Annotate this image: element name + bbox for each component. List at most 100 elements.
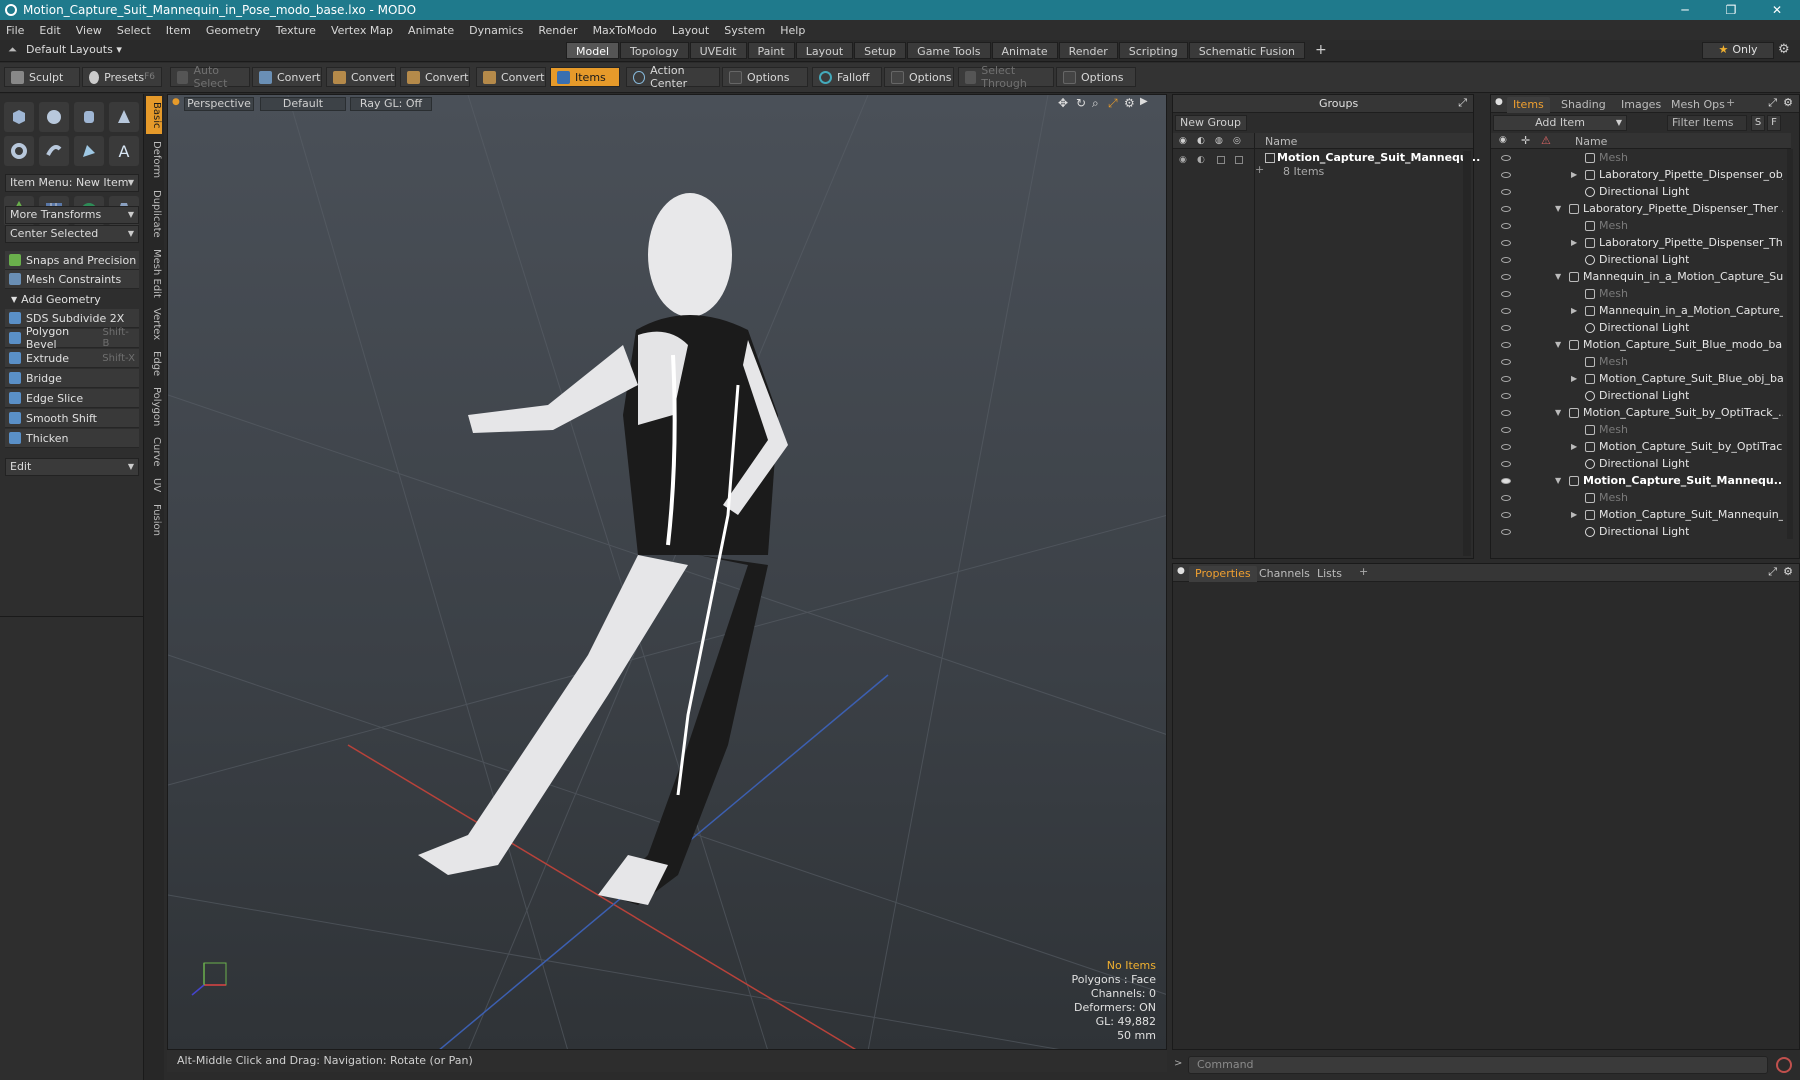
torus-icon[interactable] bbox=[4, 136, 34, 166]
fit-icon[interactable]: ⤢ bbox=[1108, 96, 1118, 111]
item-menu-dropdown[interactable]: Item Menu: New Item ▼ bbox=[5, 174, 139, 192]
play-icon[interactable]: ▶ bbox=[1140, 96, 1148, 107]
eye-icon[interactable] bbox=[1501, 341, 1511, 348]
gear-icon[interactable]: ⚙ bbox=[1783, 565, 1793, 578]
item-row[interactable]: ▼ Laboratory_Pipette_Dispenser_Ther ... bbox=[1491, 200, 1783, 217]
tab-uvedit[interactable]: UVEdit bbox=[689, 42, 747, 59]
menu-render[interactable]: Render bbox=[538, 24, 577, 37]
thicken-button[interactable]: Thicken bbox=[5, 429, 139, 448]
filter-items-input[interactable]: Filter Items bbox=[1667, 115, 1747, 131]
collapse-icon[interactable]: ▼ bbox=[1555, 204, 1561, 213]
eye-icon[interactable] bbox=[1501, 290, 1511, 297]
eye-icon[interactable] bbox=[1501, 392, 1511, 399]
vtab-duplicate[interactable]: Duplicate bbox=[146, 186, 162, 242]
edit-dropdown[interactable]: Edit ▼ bbox=[5, 458, 139, 476]
auto-select-button[interactable]: Auto Select bbox=[170, 64, 250, 90]
expand-icon[interactable]: ⤢ bbox=[1458, 96, 1467, 110]
panel-menu-icon[interactable]: ● bbox=[1177, 566, 1185, 576]
tab-scripting[interactable]: Scripting bbox=[1118, 42, 1188, 59]
smooth-shift-button[interactable]: Smooth Shift bbox=[5, 409, 139, 428]
gear-icon[interactable]: ⚙ bbox=[1778, 42, 1790, 57]
eye-icon[interactable] bbox=[1501, 409, 1511, 416]
item-row[interactable]: ▶ Motion_Capture_Suit_Blue_obj_base bbox=[1491, 370, 1783, 387]
viewport-gear-icon[interactable]: ⚙ bbox=[1124, 96, 1135, 110]
item-row[interactable]: ▼ Mannequin_in_a_Motion_Capture_Su... bbox=[1491, 268, 1783, 285]
menu-system[interactable]: System bbox=[724, 24, 765, 37]
item-row[interactable]: ▼ Motion_Capture_Suit_Blue_modo_ba ... bbox=[1491, 336, 1783, 353]
tab-channels[interactable]: Channels bbox=[1253, 566, 1316, 582]
sculpt-button[interactable]: Sculpt bbox=[4, 67, 80, 87]
vtab-deform[interactable]: Deform bbox=[146, 138, 162, 182]
mesh-constraints-button[interactable]: Mesh Constraints bbox=[5, 270, 139, 289]
collapse-icon[interactable]: ▼ bbox=[1555, 272, 1561, 281]
expand-arrow-icon[interactable]: ▶ bbox=[1571, 374, 1577, 383]
convert-vertex-button[interactable]: Convert bbox=[252, 67, 322, 87]
vtab-fusion[interactable]: Fusion bbox=[146, 500, 162, 540]
menu-edit[interactable]: Edit bbox=[39, 24, 60, 37]
item-row[interactable]: Directional Light bbox=[1491, 251, 1783, 268]
item-row[interactable]: ▼ Motion_Capture_Suit_Mannequ... bbox=[1491, 472, 1783, 489]
close-button[interactable]: ✕ bbox=[1754, 0, 1800, 20]
collapse-icon[interactable]: ▼ bbox=[1555, 408, 1561, 417]
cube-icon[interactable] bbox=[4, 102, 34, 132]
action-center-options-button[interactable]: Options bbox=[722, 67, 808, 87]
eye-icon[interactable] bbox=[1501, 375, 1511, 382]
add-item-dropdown[interactable]: Add Item ▼ bbox=[1493, 115, 1627, 131]
menu-help[interactable]: Help bbox=[780, 24, 805, 37]
item-row[interactable]: Mesh bbox=[1491, 149, 1783, 166]
tab-mesh-ops[interactable]: Mesh Ops bbox=[1665, 97, 1731, 113]
expand-arrow-icon[interactable]: ▶ bbox=[1571, 238, 1577, 247]
new-group-button[interactable]: New Group bbox=[1175, 115, 1247, 131]
item-row[interactable]: Directional Light bbox=[1491, 319, 1783, 336]
convert-polygon-button[interactable]: Convert bbox=[400, 67, 470, 87]
3d-viewport[interactable]: ● Perspective Default Ray GL: Off ✥ ↻ ⌕ … bbox=[167, 94, 1167, 1050]
menu-file[interactable]: File bbox=[6, 24, 24, 37]
collapse-icon[interactable]: ▼ bbox=[1555, 340, 1561, 349]
tab-render[interactable]: Render bbox=[1058, 42, 1118, 59]
pen-icon[interactable] bbox=[74, 136, 104, 166]
sphere-icon[interactable] bbox=[39, 102, 69, 132]
items-mode-button[interactable]: Items bbox=[550, 67, 620, 87]
capsule-icon[interactable] bbox=[39, 136, 69, 166]
tab-schematic-fusion[interactable]: Schematic Fusion bbox=[1188, 42, 1306, 59]
vtab-uv[interactable]: UV bbox=[146, 474, 162, 496]
rotate-icon[interactable]: ↻ bbox=[1076, 96, 1086, 110]
eye-icon[interactable] bbox=[1501, 154, 1511, 161]
eye-icon[interactable] bbox=[1501, 205, 1511, 212]
menu-view[interactable]: View bbox=[76, 24, 102, 37]
tab-shading[interactable]: Shading bbox=[1555, 97, 1612, 113]
item-row[interactable]: Mesh bbox=[1491, 285, 1783, 302]
expand-icon[interactable]: ⤢ bbox=[1768, 96, 1777, 110]
eye-icon[interactable] bbox=[1501, 528, 1511, 535]
item-row[interactable]: Mesh bbox=[1491, 421, 1783, 438]
tab-paint[interactable]: Paint bbox=[747, 42, 795, 59]
item-row[interactable]: ▼ Motion_Capture_Suit_by_OptiTrack_... bbox=[1491, 404, 1783, 421]
menu-texture[interactable]: Texture bbox=[276, 24, 316, 37]
convert-edge-button[interactable]: Convert bbox=[326, 67, 396, 87]
eye-icon[interactable] bbox=[1501, 188, 1511, 195]
item-row[interactable]: ▶ Laboratory_Pipette_Dispenser_Th ... bbox=[1491, 234, 1783, 251]
vtab-edge[interactable]: Edge bbox=[146, 348, 162, 380]
convert-items-button[interactable]: Convert bbox=[476, 67, 546, 87]
tab-images[interactable]: Images bbox=[1615, 97, 1667, 113]
item-row[interactable]: ▶ Laboratory_Pipette_Dispenser_obj... bbox=[1491, 166, 1783, 183]
item-row[interactable]: ▶ Motion_Capture_Suit_by_OptiTrac ... bbox=[1491, 438, 1783, 455]
eye-icon[interactable] bbox=[1501, 460, 1511, 467]
presets-button[interactable]: Presets F6 bbox=[82, 67, 162, 87]
falloff-button[interactable]: Falloff bbox=[812, 67, 882, 87]
viewport-menu-icon[interactable]: ● bbox=[172, 97, 180, 107]
eye-icon[interactable]: ◉ bbox=[1179, 155, 1187, 165]
plus-icon[interactable]: + bbox=[1255, 163, 1264, 176]
gear-icon[interactable]: ⚙ bbox=[1783, 96, 1793, 109]
vtab-vertex[interactable]: Vertex bbox=[146, 304, 162, 344]
menu-item[interactable]: Item bbox=[166, 24, 191, 37]
add-geometry-section[interactable]: ▼ Add Geometry bbox=[5, 290, 139, 308]
add-tab-icon[interactable]: + bbox=[1359, 565, 1368, 578]
item-row[interactable]: ▶ Motion_Capture_Suit_Mannequin_i... bbox=[1491, 506, 1783, 523]
menu-layout[interactable]: Layout bbox=[672, 24, 709, 37]
tab-properties[interactable]: Properties bbox=[1189, 566, 1257, 582]
vtab-polygon[interactable]: Polygon bbox=[146, 384, 162, 430]
cone-icon[interactable] bbox=[109, 102, 139, 132]
add-tab-icon[interactable]: + bbox=[1726, 96, 1735, 109]
expand-icon[interactable]: ⤢ bbox=[1768, 565, 1777, 579]
